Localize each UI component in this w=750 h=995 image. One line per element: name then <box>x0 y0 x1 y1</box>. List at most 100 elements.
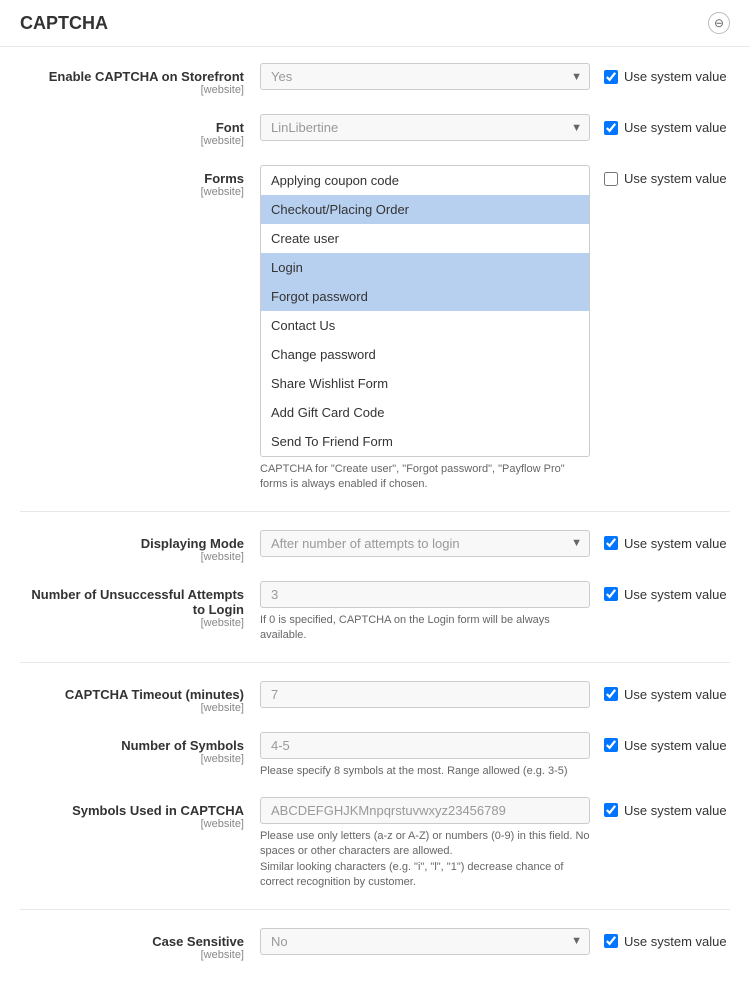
forms-sub: [website] <box>20 186 244 198</box>
number-symbols-system-col: Use system value <box>590 732 730 753</box>
unsuccessful-attempts-row: Number of Unsuccessful Attempts to Login… <box>20 581 730 644</box>
font-select-wrapper: LinLibertine ▼ <box>260 114 590 141</box>
listbox-item-forgot-password[interactable]: Forgot password <box>261 282 589 311</box>
captcha-timeout-label: CAPTCHA Timeout (minutes) <box>20 687 244 702</box>
displaying-mode-system-label: Use system value <box>624 536 727 551</box>
number-symbols-system-label: Use system value <box>624 738 727 753</box>
number-symbols-system-checkbox[interactable] <box>604 738 618 752</box>
unsuccessful-attempts-help: If 0 is specified, CAPTCHA on the Login … <box>260 613 590 644</box>
symbols-used-input[interactable] <box>260 797 590 824</box>
number-symbols-row: Number of Symbols [website] Please speci… <box>20 732 730 779</box>
number-symbols-label: Number of Symbols <box>20 738 244 753</box>
number-symbols-input[interactable] <box>260 732 590 759</box>
symbols-used-system-checkbox[interactable] <box>604 803 618 817</box>
forms-system-checkbox-label[interactable]: Use system value <box>604 171 730 186</box>
unsuccessful-attempts-sub: [website] <box>20 617 244 629</box>
captcha-timeout-system-checkbox-label[interactable]: Use system value <box>604 687 730 702</box>
collapse-icon[interactable]: ⊖ <box>708 12 730 34</box>
font-sub: [website] <box>20 135 244 147</box>
divider-3 <box>20 909 730 910</box>
captcha-timeout-label-col: CAPTCHA Timeout (minutes) [website] <box>20 681 260 714</box>
case-sensitive-label-col: Case Sensitive [website] <box>20 928 260 961</box>
form-body: Enable CAPTCHA on Storefront [website] Y… <box>0 47 750 995</box>
unsuccessful-attempts-system-col: Use system value <box>590 581 730 602</box>
captcha-timeout-system-label: Use system value <box>624 687 727 702</box>
captcha-timeout-input[interactable] <box>260 681 590 708</box>
listbox-item-contact-us[interactable]: Contact Us <box>261 311 589 340</box>
symbols-used-system-checkbox-label[interactable]: Use system value <box>604 803 730 818</box>
divider-2 <box>20 662 730 663</box>
listbox-item-login[interactable]: Login <box>261 253 589 282</box>
divider-1 <box>20 511 730 512</box>
enable-captcha-select-wrapper: Yes No ▼ <box>260 63 590 90</box>
displaying-mode-system-col: Use system value <box>590 530 730 551</box>
font-system-checkbox[interactable] <box>604 121 618 135</box>
forms-system-checkbox[interactable] <box>604 172 618 186</box>
forms-listbox[interactable]: Applying coupon code Checkout/Placing Or… <box>260 165 590 457</box>
listbox-item-share-wishlist[interactable]: Share Wishlist Form <box>261 369 589 398</box>
number-symbols-control: Please specify 8 symbols at the most. Ra… <box>260 732 590 779</box>
font-system-checkbox-label[interactable]: Use system value <box>604 120 730 135</box>
case-sensitive-system-checkbox-label[interactable]: Use system value <box>604 934 730 949</box>
unsuccessful-attempts-input[interactable] <box>260 581 590 608</box>
number-symbols-sub: [website] <box>20 753 244 765</box>
listbox-item-create-user[interactable]: Create user <box>261 224 589 253</box>
listbox-item-send-friend[interactable]: Send To Friend Form <box>261 427 589 456</box>
enable-captcha-system-checkbox-label[interactable]: Use system value <box>604 69 730 84</box>
symbols-used-sub: [website] <box>20 818 244 830</box>
displaying-mode-label: Displaying Mode <box>20 536 244 551</box>
case-sensitive-system-col: Use system value <box>590 928 730 949</box>
forms-row: Forms [website] Applying coupon code Che… <box>20 165 730 493</box>
captcha-timeout-sub: [website] <box>20 702 244 714</box>
enable-captcha-system-checkbox[interactable] <box>604 70 618 84</box>
enable-captcha-row: Enable CAPTCHA on Storefront [website] Y… <box>20 63 730 96</box>
enable-captcha-control: Yes No ▼ <box>260 63 590 90</box>
forms-label-col: Forms [website] <box>20 165 260 198</box>
unsuccessful-attempts-system-checkbox[interactable] <box>604 587 618 601</box>
displaying-mode-select-wrapper: After number of attempts to login ▼ <box>260 530 590 557</box>
displaying-mode-row: Displaying Mode [website] After number o… <box>20 530 730 563</box>
listbox-item-add-gift-card[interactable]: Add Gift Card Code <box>261 398 589 427</box>
number-symbols-help: Please specify 8 symbols at the most. Ra… <box>260 764 590 779</box>
font-system-label: Use system value <box>624 120 727 135</box>
enable-captcha-label-col: Enable CAPTCHA on Storefront [website] <box>20 63 260 96</box>
case-sensitive-system-checkbox[interactable] <box>604 934 618 948</box>
captcha-timeout-system-col: Use system value <box>590 681 730 702</box>
symbols-used-system-label: Use system value <box>624 803 727 818</box>
displaying-mode-control: After number of attempts to login ▼ <box>260 530 590 557</box>
font-select[interactable]: LinLibertine <box>260 114 590 141</box>
captcha-timeout-system-checkbox[interactable] <box>604 687 618 701</box>
displaying-mode-select[interactable]: After number of attempts to login <box>260 530 590 557</box>
unsuccessful-attempts-system-checkbox-label[interactable]: Use system value <box>604 587 730 602</box>
symbols-used-label: Symbols Used in CAPTCHA <box>20 803 244 818</box>
listbox-item-change-password[interactable]: Change password <box>261 340 589 369</box>
case-sensitive-sub: [website] <box>20 949 244 961</box>
listbox-item-checkout[interactable]: Checkout/Placing Order <box>261 195 589 224</box>
listbox-item-applying-coupon[interactable]: Applying coupon code <box>261 166 589 195</box>
font-label-col: Font [website] <box>20 114 260 147</box>
symbols-used-row: Symbols Used in CAPTCHA [website] Please… <box>20 797 730 891</box>
case-sensitive-label: Case Sensitive <box>20 934 244 949</box>
symbols-used-system-col: Use system value <box>590 797 730 818</box>
displaying-mode-system-checkbox[interactable] <box>604 536 618 550</box>
unsuccessful-attempts-label: Number of Unsuccessful Attempts to Login <box>20 587 244 617</box>
unsuccessful-attempts-system-label: Use system value <box>624 587 727 602</box>
enable-captcha-select[interactable]: Yes No <box>260 63 590 90</box>
forms-help-text: CAPTCHA for "Create user", "Forgot passw… <box>260 462 590 493</box>
case-sensitive-select-wrapper: No Yes ▼ <box>260 928 590 955</box>
enable-captcha-label: Enable CAPTCHA on Storefront <box>20 69 244 84</box>
case-sensitive-select[interactable]: No Yes <box>260 928 590 955</box>
enable-captcha-system-col: Use system value <box>590 63 730 84</box>
number-symbols-system-checkbox-label[interactable]: Use system value <box>604 738 730 753</box>
number-symbols-label-col: Number of Symbols [website] <box>20 732 260 765</box>
unsuccessful-attempts-control: If 0 is specified, CAPTCHA on the Login … <box>260 581 590 644</box>
symbols-used-help: Please use only letters (a-z or A-Z) or … <box>260 829 590 891</box>
displaying-mode-system-checkbox-label[interactable]: Use system value <box>604 536 730 551</box>
unsuccessful-attempts-label-col: Number of Unsuccessful Attempts to Login… <box>20 581 260 629</box>
forms-control: Applying coupon code Checkout/Placing Or… <box>260 165 590 493</box>
symbols-used-label-col: Symbols Used in CAPTCHA [website] <box>20 797 260 830</box>
enable-captcha-sub: [website] <box>20 84 244 96</box>
font-control: LinLibertine ▼ <box>260 114 590 141</box>
captcha-timeout-row: CAPTCHA Timeout (minutes) [website] Use … <box>20 681 730 714</box>
font-system-col: Use system value <box>590 114 730 135</box>
